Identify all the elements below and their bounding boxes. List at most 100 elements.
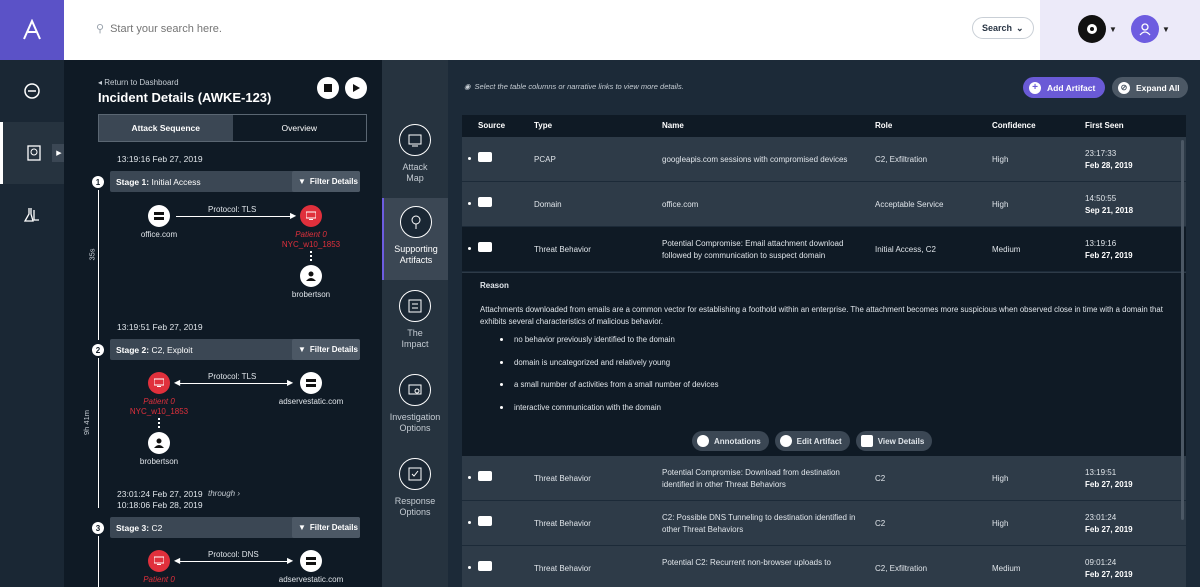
back-link-label: Return to Dashboard bbox=[104, 78, 179, 87]
search-button-label: Search bbox=[982, 23, 1013, 33]
column-type[interactable]: Type bbox=[534, 121, 552, 130]
edit-artifact-button[interactable]: Edit Artifact bbox=[774, 431, 850, 451]
filter-details-button[interactable]: ▼ Filter Details bbox=[292, 171, 360, 192]
table-row-selected[interactable]: Threat Behavior Potential Compromise: Em… bbox=[462, 227, 1186, 272]
stage-label-rest: C2, Exploit bbox=[151, 344, 193, 355]
cell-name[interactable]: Potential C2: Recurrent non-browser uplo… bbox=[662, 557, 867, 569]
cell-type: Threat Behavior bbox=[534, 245, 591, 254]
server-node[interactable] bbox=[148, 205, 170, 227]
row-bullet bbox=[468, 476, 471, 479]
stage-number: 2 bbox=[92, 344, 104, 356]
patient-node[interactable] bbox=[300, 205, 322, 227]
user-icon bbox=[306, 271, 316, 281]
table-scrollbar[interactable] bbox=[1181, 140, 1184, 520]
stage-bar[interactable]: Stage 1: Initial Access ▼ Filter Details bbox=[110, 171, 360, 192]
filter-icon: ▼ bbox=[298, 177, 306, 186]
nav-item-dashboard[interactable] bbox=[0, 60, 64, 122]
investigation-icon bbox=[399, 374, 431, 406]
patient-node[interactable] bbox=[148, 550, 170, 572]
nav-item-lab[interactable] bbox=[0, 184, 64, 246]
cell-confidence: High bbox=[992, 155, 1009, 164]
date: Feb 27, 2019 bbox=[1085, 479, 1133, 489]
chevron-down-icon: ⌄ bbox=[1016, 22, 1024, 33]
host-label: NYC_w10_1853 bbox=[281, 240, 341, 249]
cell-confidence: Medium bbox=[992, 564, 1021, 573]
cell-confidence: Medium bbox=[992, 245, 1021, 254]
chevron-down-icon[interactable]: ▼ bbox=[1162, 25, 1170, 34]
patient-node[interactable] bbox=[148, 372, 170, 394]
cell-name[interactable]: C2: Possible DNS Tunneling to destinatio… bbox=[662, 512, 872, 535]
chat-icon bbox=[478, 242, 492, 252]
cell-first-seen: 23:01:24 Feb 27, 2019 bbox=[1085, 512, 1133, 535]
nav-item-incidents[interactable]: ▶ bbox=[0, 122, 66, 184]
org-avatar[interactable] bbox=[1078, 15, 1106, 43]
column-confidence[interactable]: Confidence bbox=[992, 121, 1036, 130]
chat-icon bbox=[478, 471, 492, 481]
stage-bar[interactable]: Stage 3: C2 ▼ Filter Details bbox=[110, 517, 360, 538]
row-bullet bbox=[468, 521, 471, 524]
column-source[interactable]: Source bbox=[478, 121, 505, 130]
view-details-button[interactable]: View Details bbox=[855, 431, 933, 451]
chat-icon bbox=[478, 561, 492, 571]
tab-response-options[interactable]: Response Options bbox=[382, 450, 448, 532]
plus-icon: + bbox=[1029, 81, 1041, 94]
date: Feb 27, 2019 bbox=[1085, 569, 1133, 579]
stage-bar[interactable]: Stage 2: C2, Exploit ▼ Filter Details bbox=[110, 339, 360, 360]
table-row[interactable]: Threat Behavior Potential C2: Recurrent … bbox=[462, 546, 1186, 587]
user-node[interactable] bbox=[148, 432, 170, 454]
back-link[interactable]: ◂ Return to Dashboard bbox=[98, 78, 179, 87]
tab-label: Options bbox=[399, 506, 431, 517]
tab-investigation-options[interactable]: Investigation Options bbox=[382, 366, 448, 448]
computer-icon bbox=[154, 556, 164, 565]
tab-label: Attack bbox=[402, 162, 428, 172]
table-row[interactable]: PCAP googleapis.com sessions with compro… bbox=[462, 137, 1186, 182]
detail-bullet: a small number of activities from a smal… bbox=[500, 380, 1168, 403]
cell-name[interactable]: office.com bbox=[662, 199, 867, 211]
arrow-head-icon: ▶ bbox=[287, 378, 294, 387]
export-button[interactable] bbox=[317, 77, 339, 99]
play-button[interactable] bbox=[345, 77, 367, 99]
arrow-head-icon: ▶ bbox=[290, 211, 297, 220]
server-node[interactable] bbox=[300, 550, 322, 572]
table-row[interactable]: Domain office.com Acceptable Service Hig… bbox=[462, 182, 1186, 227]
server-icon bbox=[154, 212, 164, 220]
stage-duration: 35s bbox=[87, 248, 97, 261]
incident-icon bbox=[26, 145, 41, 161]
table-row[interactable]: Threat Behavior C2: Possible DNS Tunneli… bbox=[462, 501, 1186, 546]
column-first-seen[interactable]: First Seen bbox=[1085, 121, 1124, 130]
chevron-down-icon[interactable]: ▼ bbox=[1109, 25, 1117, 34]
cell-name[interactable]: Potential Compromise: Download from dest… bbox=[662, 467, 867, 490]
link-dots bbox=[310, 251, 312, 261]
user-avatar[interactable] bbox=[1131, 15, 1159, 43]
server-node[interactable] bbox=[300, 372, 322, 394]
add-artifact-button[interactable]: + Add Artifact bbox=[1023, 77, 1106, 98]
stage-timestamp: 13:19:51 Feb 27, 2019 bbox=[117, 322, 203, 332]
annotations-button[interactable]: Annotations bbox=[692, 431, 769, 451]
tab-overview[interactable]: Overview bbox=[233, 115, 367, 141]
org-icon bbox=[1087, 24, 1097, 34]
tab-the-impact[interactable]: The Impact bbox=[382, 282, 448, 364]
tab-attack-map[interactable]: Attack Map bbox=[382, 116, 448, 198]
column-role[interactable]: Role bbox=[875, 121, 892, 130]
tab-label: Impact bbox=[401, 338, 429, 349]
search-button[interactable]: Search ⌄ bbox=[972, 17, 1034, 39]
expand-all-button[interactable]: ⊘ Expand All bbox=[1112, 77, 1188, 98]
tab-label: Supporting bbox=[394, 244, 438, 254]
filter-details-button[interactable]: ▼ Filter Details bbox=[292, 517, 360, 538]
user-node[interactable] bbox=[300, 265, 322, 287]
cell-name[interactable]: Potential Compromise: Email attachment d… bbox=[662, 238, 867, 261]
tab-supporting-artifacts[interactable]: Supporting Artifacts bbox=[382, 198, 448, 280]
app-logo[interactable] bbox=[0, 0, 64, 60]
time: 14:50:55 bbox=[1085, 194, 1117, 203]
cell-type: Threat Behavior bbox=[534, 519, 591, 528]
cell-name[interactable]: googleapis.com sessions with compromised… bbox=[662, 154, 867, 166]
column-name[interactable]: Name bbox=[662, 121, 684, 130]
table-row[interactable]: Threat Behavior Potential Compromise: Do… bbox=[462, 456, 1186, 501]
edit-artifact-label: Edit Artifact bbox=[796, 436, 842, 446]
impact-icon bbox=[399, 290, 431, 322]
tab-attack-sequence[interactable]: Attack Sequence bbox=[99, 115, 233, 141]
cell-role: Acceptable Service bbox=[875, 200, 944, 209]
filter-details-button[interactable]: ▼ Filter Details bbox=[292, 339, 360, 360]
logo-icon bbox=[23, 19, 41, 40]
search-input[interactable] bbox=[110, 22, 511, 35]
